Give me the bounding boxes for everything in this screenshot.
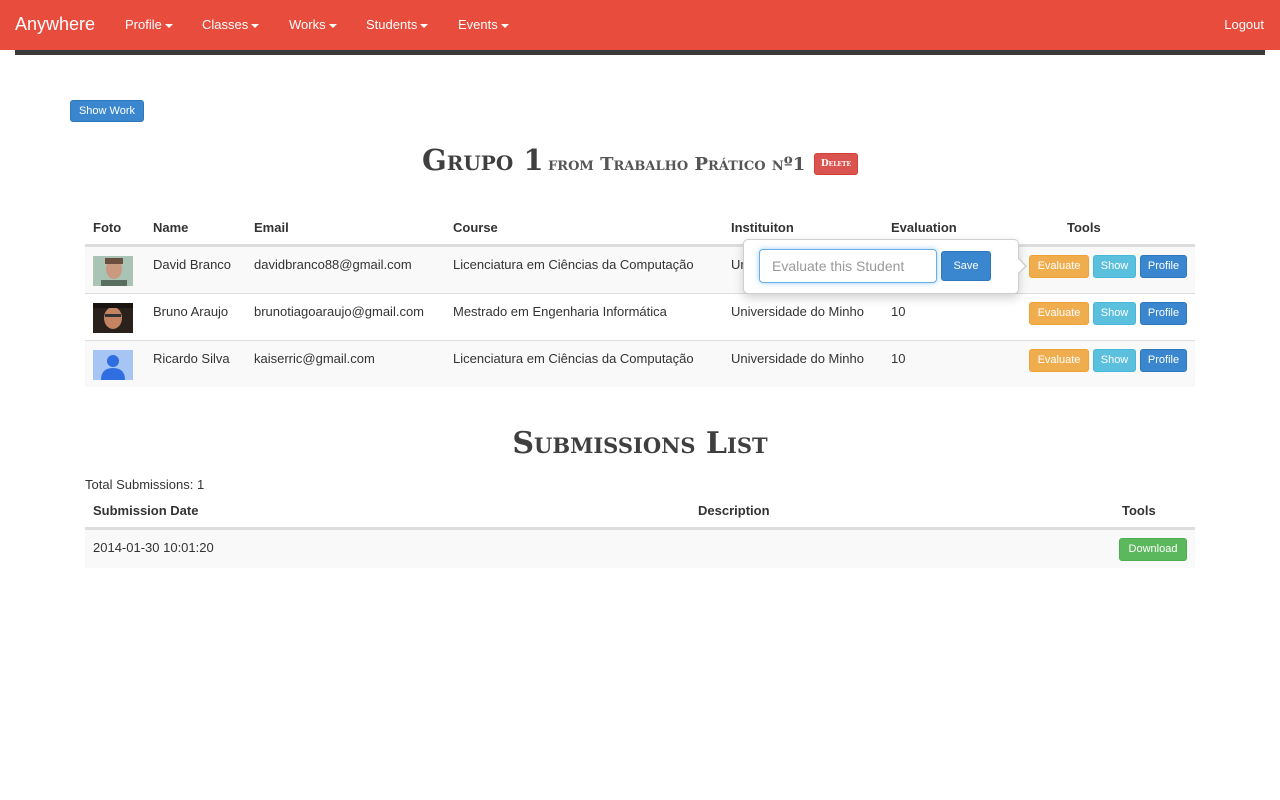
show-student-button[interactable]: Show [1093, 302, 1136, 325]
student-course: Licenciatura em Ciências da Computação [453, 351, 694, 366]
delete-group-button[interactable]: Delete [813, 152, 859, 175]
student-course: Licenciatura em Ciências da Computação [453, 257, 694, 272]
group-name: Grupo 1 [421, 143, 544, 177]
student-email: brunotiagoaraujo@gmail.com [254, 304, 425, 319]
nav-menu-label: Students [366, 17, 418, 32]
table-row: Ricardo Silva kaiserric@gmail.com Licenc… [85, 340, 1195, 387]
student-course: Mestrado em Engenharia Informática [453, 304, 667, 319]
evaluate-student-input[interactable] [759, 249, 937, 283]
group-heading: Grupo 1 from Trabalho Prático nº1 Delete [0, 143, 1280, 178]
student-institution: Universidade do Minho [731, 351, 864, 366]
avatar [93, 256, 133, 286]
column-header-submission-date: Submission Date [93, 503, 199, 518]
nav-menu-label: Classes [202, 17, 249, 32]
student-evaluation: 10 [891, 351, 906, 366]
table-row: 2014-01-30 10:01:20 Download [85, 529, 1195, 568]
student-email: kaiserric@gmail.com [254, 351, 375, 366]
navbar-divider [15, 50, 1265, 55]
column-header-description: Description [698, 503, 770, 518]
nav-menu-label: Events [458, 17, 498, 32]
nav-menu-works[interactable]: Works [289, 17, 337, 33]
nav-menu-students[interactable]: Students [366, 17, 429, 33]
column-header-foto: Foto [93, 220, 122, 235]
group-from-work: from Trabalho Prático nº1 [548, 154, 806, 175]
show-work-button[interactable]: Show Work [70, 100, 144, 122]
student-name: David Branco [153, 257, 232, 272]
student-profile-button[interactable]: Profile [1140, 255, 1187, 278]
nav-menu-classes[interactable]: Classes [202, 17, 260, 33]
brand-logo[interactable]: Anywhere [15, 13, 95, 35]
caret-down-icon [500, 23, 509, 28]
show-student-button[interactable]: Show [1093, 349, 1136, 372]
navbar: Anywhere Profile Classes Works Students … [0, 0, 1280, 50]
download-button[interactable]: Download [1119, 538, 1187, 561]
submissions-title: Submissions List [512, 426, 768, 461]
student-profile-button[interactable]: Profile [1140, 302, 1187, 325]
evaluate-button[interactable]: Evaluate [1029, 302, 1089, 325]
column-header-course: Course [453, 220, 498, 235]
nav-menu-events[interactable]: Events [458, 17, 509, 33]
student-name: Bruno Araujo [153, 304, 229, 319]
avatar [93, 303, 133, 333]
show-student-button[interactable]: Show [1093, 255, 1136, 278]
student-profile-button[interactable]: Profile [1140, 349, 1187, 372]
save-evaluation-button[interactable]: Save [941, 251, 991, 281]
nav-menu-label: Profile [125, 17, 162, 32]
column-header-name: Name [153, 220, 189, 235]
evaluate-button[interactable]: Evaluate [1029, 349, 1089, 372]
evaluate-button[interactable]: Evaluate [1029, 255, 1089, 278]
table-row: Bruno Araujo brunotiagoaraujo@gmail.com … [85, 293, 1195, 340]
nav-menu-label: Works [289, 17, 326, 32]
student-name: Ricardo Silva [153, 351, 230, 366]
nav-menu-profile[interactable]: Profile [125, 17, 173, 33]
table-row: David Branco davidbranco88@gmail.com Lic… [85, 246, 1195, 293]
total-submissions: Total Submissions: 1 [85, 477, 205, 492]
avatar [93, 350, 133, 380]
caret-down-icon [251, 23, 260, 28]
student-institution: Universidade do Minho [731, 304, 864, 319]
column-header-email: Email [254, 220, 289, 235]
column-header-evaluation: Evaluation [891, 220, 957, 235]
caret-down-icon [164, 23, 173, 28]
popover-arrow-inner [1017, 258, 1025, 274]
column-header-tools: Tools [1067, 220, 1101, 235]
student-email: davidbranco88@gmail.com [254, 257, 412, 272]
student-evaluation: 10 [891, 304, 906, 319]
column-header-tools: Tools [1122, 503, 1156, 518]
caret-down-icon [420, 23, 429, 28]
submission-date: 2014-01-30 10:01:20 [93, 540, 214, 555]
caret-down-icon [328, 23, 337, 28]
column-header-institution: Instituiton [731, 220, 794, 235]
logout-link[interactable]: Logout [1224, 17, 1264, 33]
